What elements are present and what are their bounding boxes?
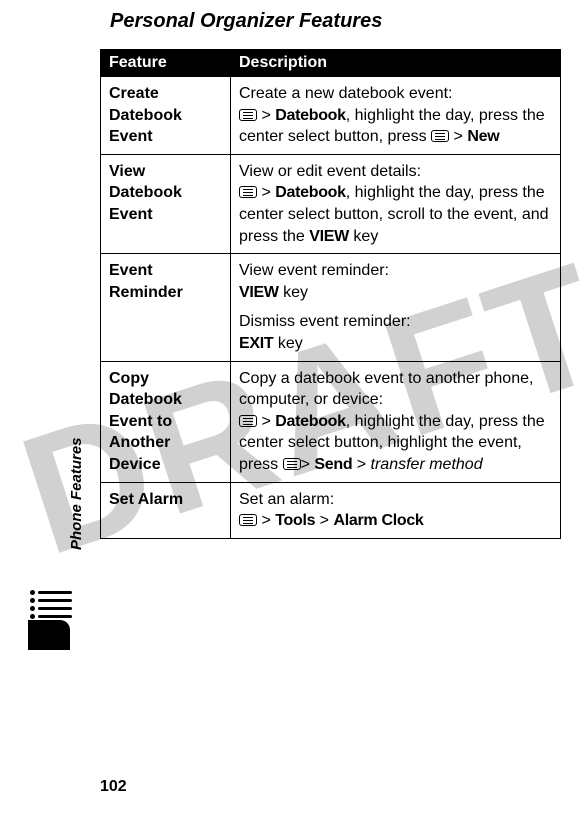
menu-item-datebook: Datebook	[275, 413, 346, 430]
manual-page: DRAFT Personal Organizer Features Featur…	[0, 0, 581, 818]
tab-dot	[30, 606, 35, 611]
desc-lead: Create a new datebook event:	[239, 83, 552, 105]
desc-lead: View event reminder:	[239, 260, 552, 282]
feature-cell: View Datebook Event	[101, 154, 231, 253]
menu-icon	[239, 415, 257, 427]
menu-icon	[431, 130, 449, 142]
desc-lead: Copy a datebook event to another phone, …	[239, 368, 552, 411]
gt: >	[449, 128, 467, 145]
menu-item-datebook: Datebook	[275, 107, 346, 124]
table-row: Set Alarm Set an alarm: > Tools > Alarm …	[101, 482, 561, 538]
spacer	[239, 303, 552, 311]
description-cell: View event reminder: VIEW key Dismiss ev…	[231, 254, 561, 361]
section-side-label: Phone Features	[68, 437, 85, 550]
desc-lead: Set an alarm:	[239, 489, 552, 511]
gt: >	[301, 456, 315, 473]
menu-item-new: New	[467, 128, 499, 145]
features-table: Feature Description Create Datebook Even…	[100, 49, 561, 539]
desc-line: VIEW key	[239, 282, 552, 304]
feature-cell: Set Alarm	[101, 482, 231, 538]
menu-item-datebook: Datebook	[275, 184, 346, 201]
tab-dot	[30, 590, 35, 595]
key-exit: EXIT	[239, 335, 273, 352]
feature-cell: Copy Datebook Event to Another Device	[101, 361, 231, 482]
gt: >	[257, 184, 275, 201]
menu-icon	[239, 514, 257, 526]
table-row: Create Datebook Event Create a new dateb…	[101, 77, 561, 155]
desc-steps: > Datebook, highlight the day, press the…	[239, 411, 552, 476]
gt: >	[257, 512, 275, 529]
page-tab-graphic	[28, 590, 80, 650]
col-feature: Feature	[101, 50, 231, 77]
page-title: Personal Organizer Features	[100, 10, 561, 33]
menu-item-send: Send	[314, 456, 352, 473]
table-row: Event Reminder View event reminder: VIEW…	[101, 254, 561, 361]
table-row: View Datebook Event View or edit event d…	[101, 154, 561, 253]
desc-lead: Dismiss event reminder:	[239, 311, 552, 333]
desc-lead: View or edit event details:	[239, 161, 552, 183]
description-cell: View or edit event details: > Datebook, …	[231, 154, 561, 253]
description-cell: Create a new datebook event: > Datebook,…	[231, 77, 561, 155]
transfer-method: transfer method	[371, 456, 483, 473]
gt: >	[257, 413, 275, 430]
gt: >	[257, 107, 275, 124]
tab-bar	[38, 607, 72, 610]
tab-body	[28, 620, 70, 650]
feature-cell: Create Datebook Event	[101, 77, 231, 155]
tab-dot	[30, 614, 35, 619]
tab-bar	[38, 615, 72, 618]
desc-text: key	[279, 284, 308, 301]
desc-text: key	[349, 228, 378, 245]
desc-steps: > Tools > Alarm Clock	[239, 510, 552, 532]
menu-icon	[283, 458, 301, 470]
gt: >	[352, 456, 370, 473]
menu-item-tools: Tools	[275, 512, 315, 529]
gt: >	[315, 512, 333, 529]
menu-icon	[239, 109, 257, 121]
desc-steps: > Datebook, highlight the day, press the…	[239, 182, 552, 247]
description-cell: Set an alarm: > Tools > Alarm Clock	[231, 482, 561, 538]
tab-bar	[38, 591, 72, 594]
key-view: VIEW	[239, 284, 279, 301]
table-header-row: Feature Description	[101, 50, 561, 77]
tab-dot	[30, 598, 35, 603]
tab-bar	[38, 599, 72, 602]
col-description: Description	[231, 50, 561, 77]
menu-item-alarm-clock: Alarm Clock	[333, 512, 423, 529]
page-number: 102	[100, 778, 127, 796]
key-view: VIEW	[309, 228, 349, 245]
desc-text: key	[273, 335, 302, 352]
menu-icon	[239, 186, 257, 198]
desc-line: EXIT key	[239, 333, 552, 355]
desc-steps: > Datebook, highlight the day, press the…	[239, 105, 552, 148]
description-cell: Copy a datebook event to another phone, …	[231, 361, 561, 482]
feature-cell: Event Reminder	[101, 254, 231, 361]
table-row: Copy Datebook Event to Another Device Co…	[101, 361, 561, 482]
